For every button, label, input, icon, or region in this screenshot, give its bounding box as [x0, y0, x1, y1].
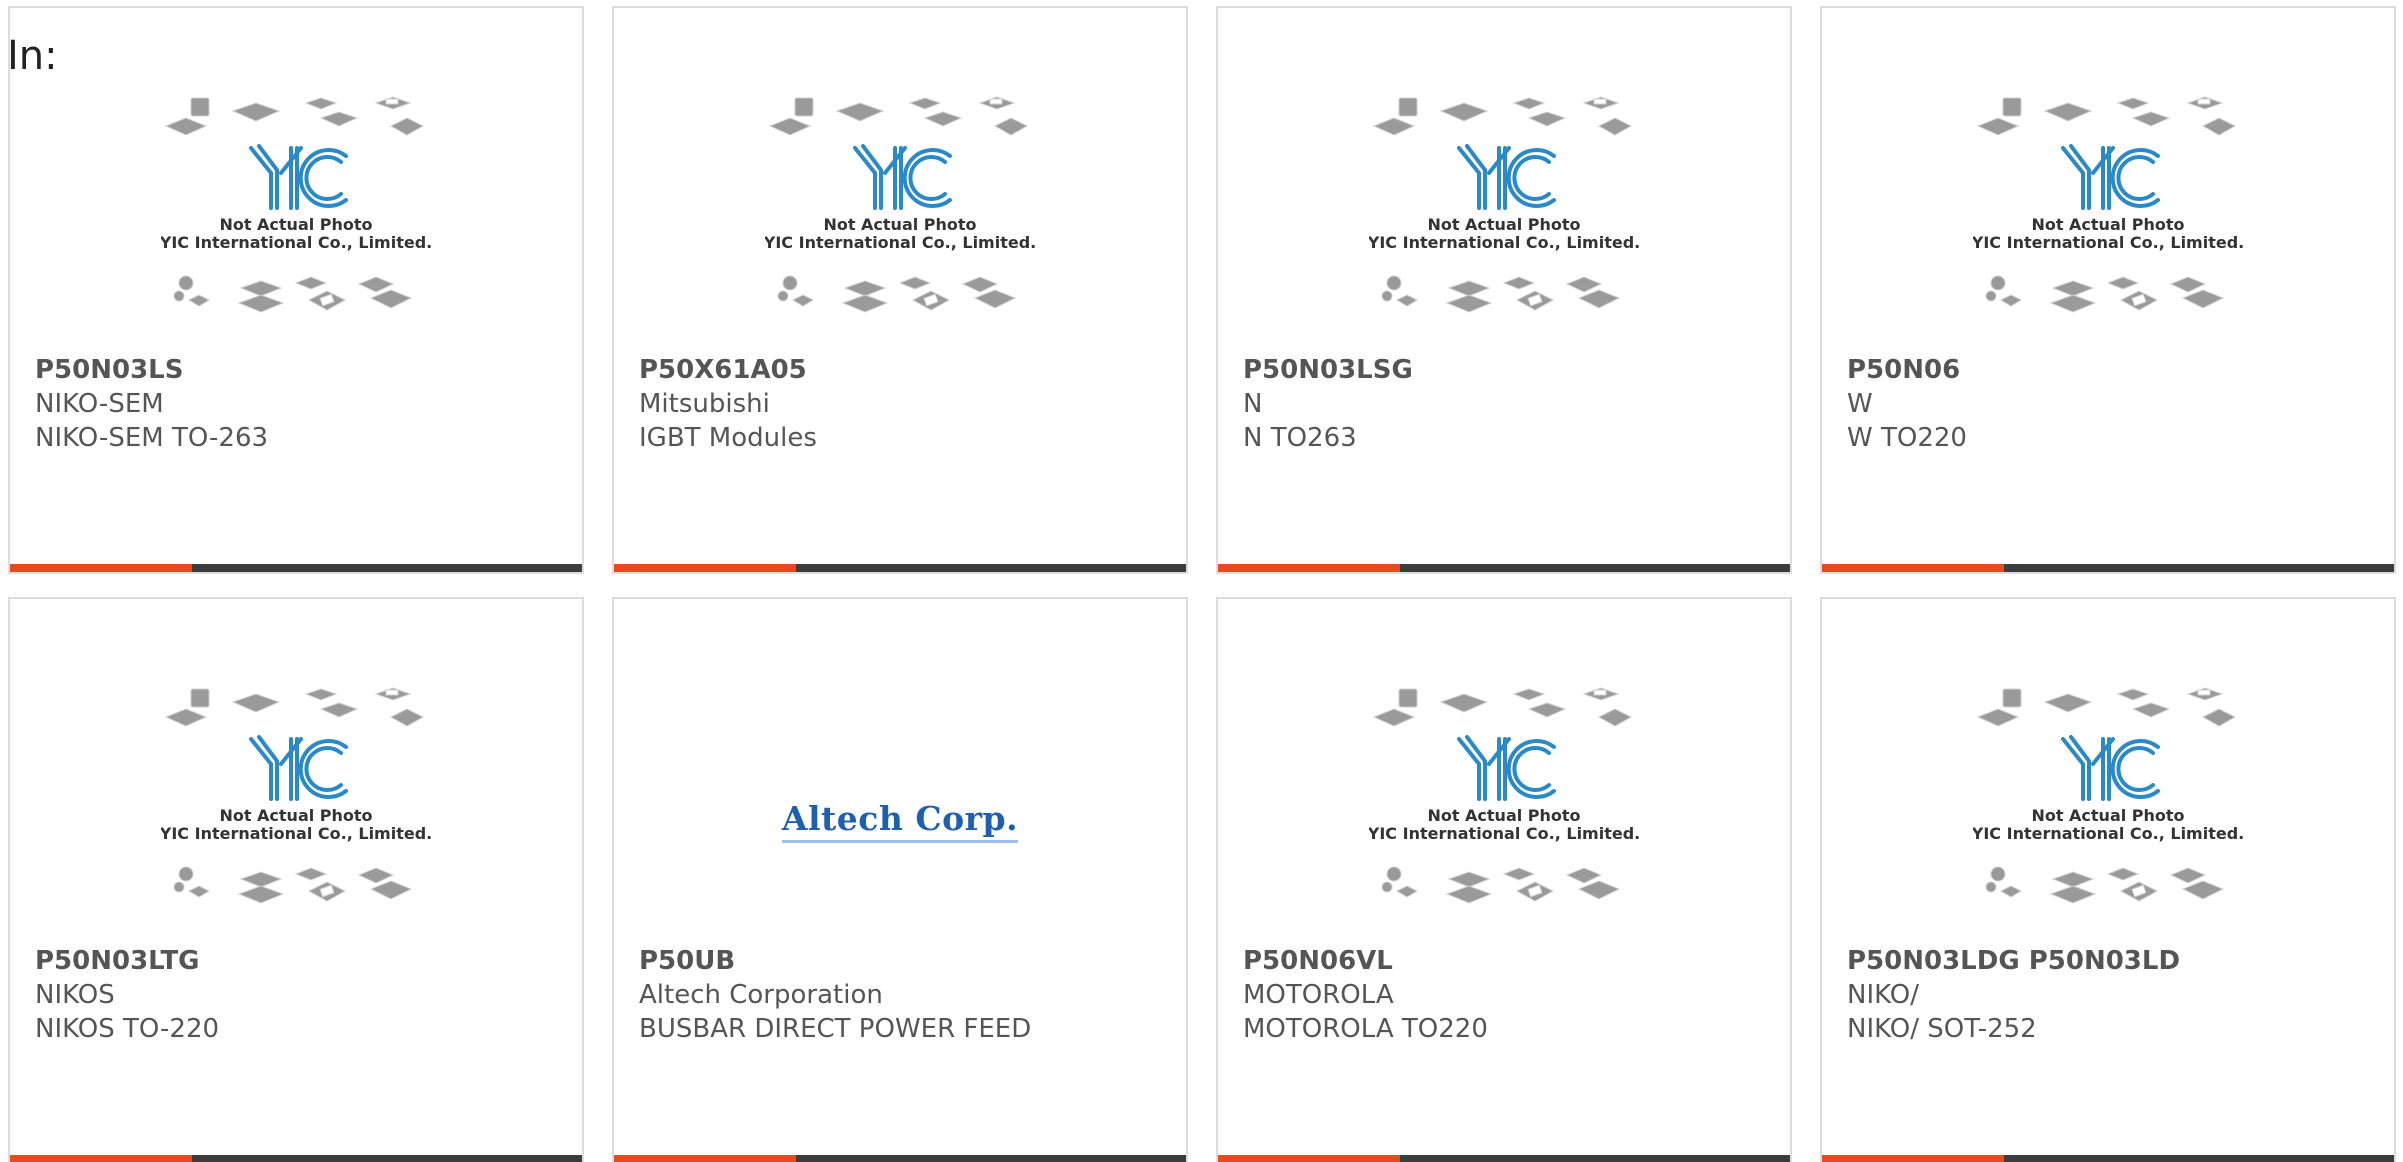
yic-placeholder-image: Not Actual Photo YIC International Co., … — [1369, 687, 1639, 904]
description: IGBT Modules — [639, 423, 817, 453]
product-card[interactable]: Not Actual Photo YIC International Co., … — [1216, 597, 1792, 1162]
manufacturer: MOTOROLA — [1243, 980, 1394, 1010]
altech-logo: Altech Corp. — [781, 799, 1019, 843]
placeholder-line1: Not Actual Photo — [1427, 806, 1580, 825]
manufacturer: W — [1847, 389, 1873, 419]
manufacturer: Altech Corporation — [639, 980, 883, 1010]
product-info: P50N03LSG N N TO263 — [1243, 353, 1770, 455]
card-accent-bar — [10, 1155, 192, 1162]
manufacturer: Mitsubishi — [639, 389, 770, 419]
card-bottom-bar — [10, 1155, 582, 1162]
yic-placeholder-image: Not Actual Photo YIC International Co., … — [1369, 96, 1639, 313]
yic-placeholder-image: Not Actual Photo YIC International Co., … — [765, 96, 1035, 313]
manufacturer: N — [1243, 389, 1263, 419]
product-image[interactable]: Not Actual Photo YIC International Co., … — [1218, 679, 1790, 939]
product-grid-page: In: Not Actual Photo YIC International C… — [0, 0, 2403, 1162]
part-number[interactable]: P50N06VL — [1243, 944, 1770, 978]
manufacturer: NIKOS — [35, 980, 115, 1010]
placeholder-line1: Not Actual Photo — [823, 215, 976, 234]
part-number[interactable]: P50N03LS — [35, 353, 562, 387]
product-image[interactable]: Not Actual Photo YIC International Co., … — [1218, 88, 1790, 348]
product-info: P50N06VL MOTOROLA MOTOROLA TO220 — [1243, 944, 1770, 1046]
placeholder-line2: YIC International Co., Limited. — [1369, 233, 1639, 252]
product-image[interactable]: Not Actual Photo YIC International Co., … — [10, 88, 582, 348]
description: NIKO/ SOT-252 — [1847, 1014, 2037, 1044]
placeholder-line2: YIC International Co., Limited. — [161, 824, 431, 843]
yic-placeholder-image: Not Actual Photo YIC International Co., … — [161, 96, 431, 313]
part-number[interactable]: P50N06 — [1847, 353, 2374, 387]
description: NIKO-SEM TO-263 — [35, 423, 269, 453]
manufacturer: NIKO/ — [1847, 980, 1919, 1010]
product-card[interactable]: Not Actual Photo YIC International Co., … — [8, 6, 584, 574]
product-info: P50N03LTG NIKOS NIKOS TO-220 — [35, 944, 562, 1046]
card-bottom-bar — [614, 1155, 1186, 1162]
product-info: P50X61A05 Mitsubishi IGBT Modules — [639, 353, 1166, 455]
product-card[interactable]: Not Actual Photo YIC International Co., … — [1820, 597, 2396, 1162]
placeholder-line1: Not Actual Photo — [219, 215, 372, 234]
card-bottom-bar — [10, 564, 582, 572]
card-bottom-bar — [1218, 564, 1790, 572]
part-number[interactable]: P50UB — [639, 944, 1166, 978]
product-info: P50N03LDG P50N03LD NIKO/NIKO/ SOT-252 — [1847, 944, 2374, 1046]
placeholder-line2: YIC International Co., Limited. — [1369, 824, 1639, 843]
card-accent-bar — [614, 564, 796, 572]
yic-placeholder-image: Not Actual Photo YIC International Co., … — [1973, 96, 2243, 313]
placeholder-line2: YIC International Co., Limited. — [1973, 824, 2243, 843]
description: NIKOS TO-220 — [35, 1014, 220, 1044]
card-bottom-bar — [1218, 1155, 1790, 1162]
product-card[interactable]: Altech Corp. P50UB Altech Corporation BUSBA… — [612, 597, 1188, 1162]
in-label: In: — [7, 33, 58, 79]
product-image[interactable]: Not Actual Photo YIC International Co., … — [614, 88, 1186, 348]
product-image[interactable]: Altech Corp. — [614, 679, 1186, 939]
product-info: P50N03LS NIKO-SEM NIKO-SEM TO-263 — [35, 353, 562, 455]
placeholder-line1: Not Actual Photo — [1427, 215, 1580, 234]
placeholder-line1: Not Actual Photo — [219, 806, 372, 825]
part-number[interactable]: P50N03LSG — [1243, 353, 1770, 387]
description: BUSBAR DIRECT POWER FEED — [639, 1014, 1032, 1044]
part-number[interactable]: P50N03LTG — [35, 944, 562, 978]
yic-placeholder-image: Not Actual Photo YIC International Co., … — [1973, 687, 2243, 904]
part-number[interactable]: P50X61A05 — [639, 353, 1166, 387]
product-image[interactable]: Not Actual Photo YIC International Co., … — [10, 679, 582, 939]
placeholder-line2: YIC International Co., Limited. — [765, 233, 1035, 252]
description: MOTOROLA TO220 — [1243, 1014, 1488, 1044]
product-info: P50UB Altech Corporation BUSBAR DIRECT POW… — [639, 944, 1166, 1046]
placeholder-line1: Not Actual Photo — [2031, 806, 2184, 825]
description: N TO263 — [1243, 423, 1357, 453]
product-card[interactable]: Not Actual Photo YIC International Co., … — [1820, 6, 2396, 574]
card-accent-bar — [1822, 564, 2004, 572]
product-card[interactable]: Not Actual Photo YIC International Co., … — [612, 6, 1188, 574]
product-image[interactable]: Not Actual Photo YIC International Co., … — [1822, 88, 2394, 348]
card-bottom-bar — [614, 564, 1186, 572]
description: W TO220 — [1847, 423, 1967, 453]
card-accent-bar — [1218, 564, 1400, 572]
part-number[interactable]: P50N03LDG P50N03LD — [1847, 944, 2374, 978]
card-accent-bar — [614, 1155, 796, 1162]
product-info: P50N06 W W TO220 — [1847, 353, 2374, 455]
card-accent-bar — [10, 564, 192, 572]
manufacturer: NIKO-SEM — [35, 389, 164, 419]
product-card[interactable]: Not Actual Photo YIC International Co., … — [1216, 6, 1792, 574]
product-image[interactable]: Not Actual Photo YIC International Co., … — [1822, 679, 2394, 939]
placeholder-line1: Not Actual Photo — [2031, 215, 2184, 234]
placeholder-line2: YIC International Co., Limited. — [161, 233, 431, 252]
product-card[interactable]: Not Actual Photo YIC International Co., … — [8, 597, 584, 1162]
yic-placeholder-image: Not Actual Photo YIC International Co., … — [161, 687, 431, 904]
card-bottom-bar — [1822, 1155, 2394, 1162]
placeholder-line2: YIC International Co., Limited. — [1973, 233, 2243, 252]
card-accent-bar — [1218, 1155, 1400, 1162]
card-accent-bar — [1822, 1155, 2004, 1162]
card-bottom-bar — [1822, 564, 2394, 572]
